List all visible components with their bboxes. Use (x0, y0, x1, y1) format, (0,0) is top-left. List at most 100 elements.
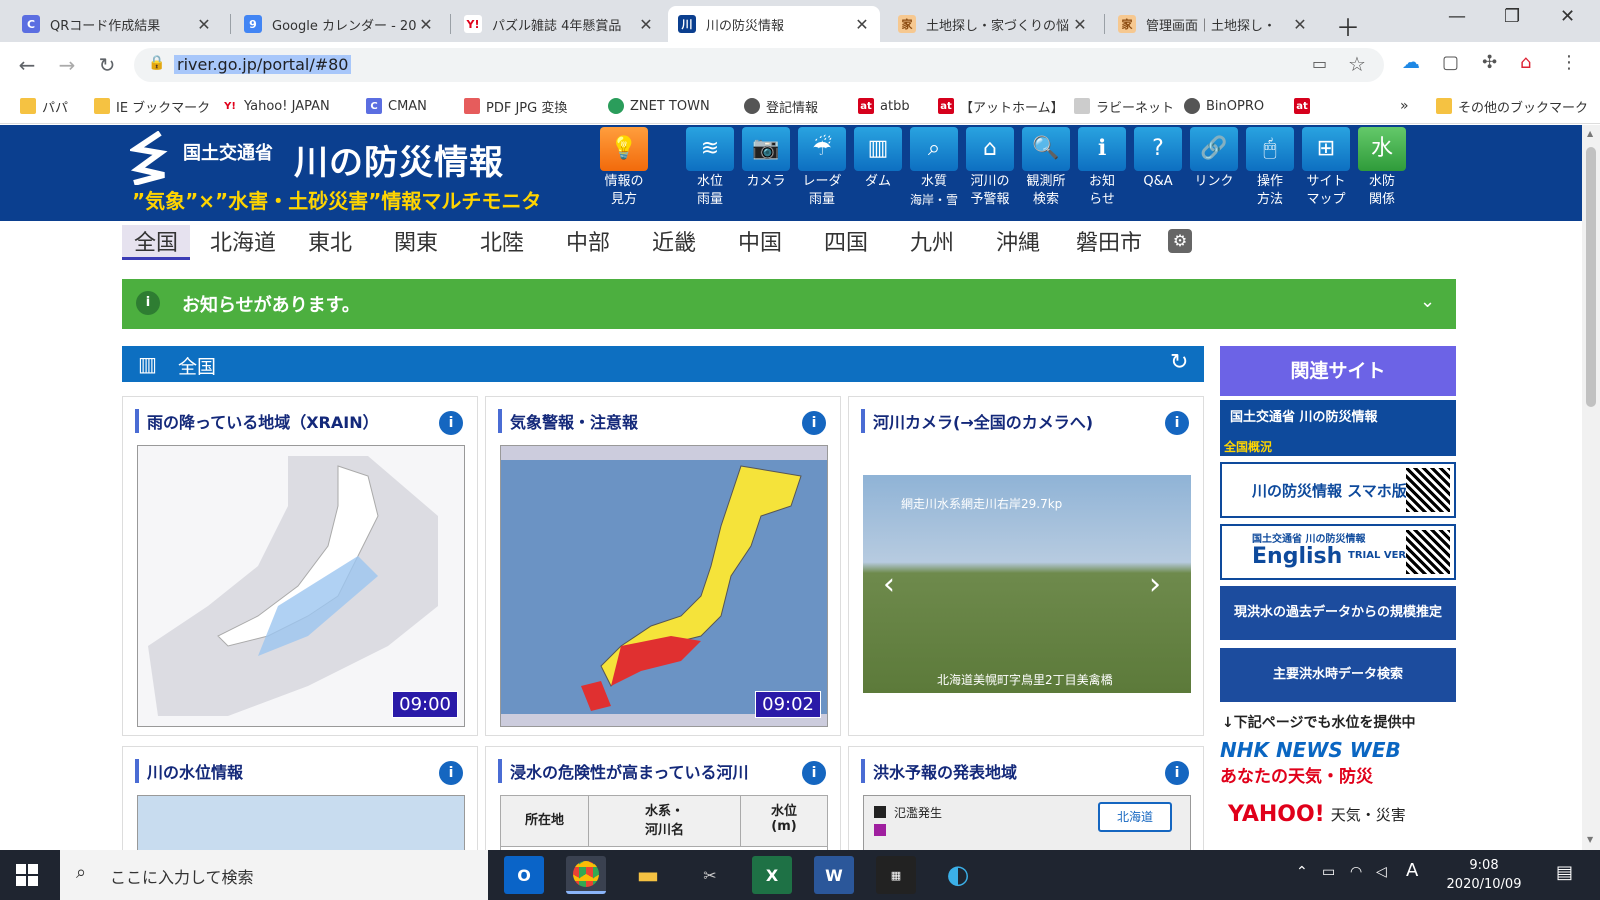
bookmark-folder-other[interactable]: その他のブックマーク (1436, 96, 1588, 116)
reload-icon[interactable]: ↻ (92, 50, 122, 80)
region-tab-shikoku[interactable]: 四国 (824, 225, 868, 257)
cast-icon[interactable]: ▭ (1312, 54, 1327, 73)
chevron-left-icon[interactable]: ‹ (883, 567, 895, 602)
info-icon[interactable]: i (1165, 761, 1189, 785)
outlook-icon[interactable]: O (504, 856, 544, 894)
tab-qr[interactable]: C QRコード作成結果 ✕ (12, 6, 222, 42)
nav-station-search[interactable]: 🔍 観測所 検索 (1019, 127, 1073, 209)
bookmark-touki[interactable]: 登記情報 (744, 96, 818, 116)
bookmark-pdf-jpg[interactable]: PDF JPG 変換 (464, 96, 567, 116)
nav-water-level[interactable]: ≋ 水位 雨量 (683, 127, 737, 209)
bookmark-rabbynet[interactable]: ラビーネット (1074, 96, 1174, 116)
bookmark-binopro[interactable]: BinOPRO (1184, 96, 1264, 116)
snipping-tool-icon[interactable]: ✂ (690, 856, 730, 894)
file-explorer-icon[interactable]: ▬ (628, 856, 668, 894)
yahoo-weather-banner[interactable]: YAHOO! 天気・災害 (1228, 796, 1456, 832)
restore-icon[interactable]: ❐ (1504, 6, 1520, 27)
close-icon[interactable]: ✕ (1292, 15, 1308, 34)
address-bar[interactable]: 🔒 river.go.jp/portal/#80 ▭ ☆ (134, 48, 1384, 82)
url-text[interactable]: river.go.jp/portal/#80 (174, 55, 352, 74)
chevron-down-icon[interactable]: ⌄ (1420, 291, 1435, 312)
nav-radar[interactable]: ☔ レーダ 雨量 (795, 127, 849, 209)
water-level-map[interactable] (137, 795, 465, 850)
close-icon[interactable]: ✕ (854, 15, 870, 34)
nav-howto[interactable]: 🖱 操作 方法 (1243, 127, 1297, 209)
tab-google-calendar[interactable]: 9 Google カレンダー - 20 ✕ (234, 6, 444, 42)
notification-icon[interactable]: ▤ (1556, 862, 1573, 883)
nav-water-quality[interactable]: ⌕ 水質 海岸・雪 (907, 127, 961, 209)
close-icon[interactable]: ✕ (196, 15, 212, 34)
region-tab-kinki[interactable]: 近畿 (652, 225, 696, 257)
scroll-down-icon[interactable]: ▼ (1587, 835, 1593, 844)
nav-camera[interactable]: 📷 カメラ (739, 127, 793, 191)
card-title[interactable]: 洪水予報の発表地域 (861, 759, 1017, 783)
clock[interactable]: 9:08 2020/10/09 (1430, 856, 1538, 894)
hokkaido-button[interactable]: 北海道 (1098, 802, 1172, 832)
minimize-icon[interactable]: — (1448, 6, 1466, 27)
flood-forecast-map[interactable]: 氾濫発生 北海道 (863, 795, 1191, 850)
banner-smartphone[interactable]: 川の防災情報 スマホ版 (1220, 462, 1456, 518)
taskbar-search[interactable]: ⌕ ここに入力して検索 (60, 850, 488, 900)
battery-icon[interactable]: ▭ (1322, 864, 1335, 880)
word-icon[interactable]: W (814, 856, 854, 894)
nav-news[interactable]: ℹ お知 らせ (1075, 127, 1129, 209)
past-flood-estimate-button[interactable]: 現洪水の過去データからの規模推定 (1220, 586, 1456, 640)
refresh-icon[interactable]: ↻ (1170, 350, 1188, 375)
windows-start-icon[interactable] (16, 864, 38, 886)
wifi-icon[interactable]: ◠ (1350, 864, 1362, 880)
major-flood-search-button[interactable]: 主要洪水時データ検索 (1220, 648, 1456, 702)
region-tab-okinawa[interactable]: 沖縄 (996, 225, 1040, 257)
site-title[interactable]: 川の防災情報 (294, 135, 504, 184)
tab-land-search[interactable]: 家 土地探し・家づくりの悩 ✕ (888, 6, 1098, 42)
card-title[interactable]: 河川カメラ(→全国のカメラへ) (861, 409, 1093, 433)
region-tab-national[interactable]: 全国 (122, 225, 191, 260)
menu-icon[interactable]: ⋮ (1560, 52, 1584, 76)
profile-icon[interactable]: ⌂ (1520, 52, 1544, 76)
info-icon[interactable]: i (802, 761, 826, 785)
region-tab-iwata[interactable]: 磐田市 (1076, 225, 1142, 257)
notice-bar[interactable]: i お知らせがあります。 ⌄ (122, 279, 1456, 329)
nav-sitemap[interactable]: ⊞ サイト マップ (1299, 127, 1353, 209)
bookmark-yahoo[interactable]: Y! Yahoo! JAPAN (222, 96, 330, 116)
camera-image[interactable]: 網走川水系網走川右岸29.7kp 北海道美幌町字鳥里2丁目美禽橋 ‹ › (863, 475, 1191, 693)
ime-indicator[interactable]: A (1406, 860, 1418, 881)
scrollbar-thumb[interactable] (1586, 147, 1596, 407)
warning-map[interactable]: 09:02 (500, 445, 828, 727)
star-icon[interactable]: ☆ (1348, 52, 1366, 76)
region-tab-hokuriku[interactable]: 北陸 (480, 225, 524, 257)
bookmark-at[interactable]: at (1294, 96, 1316, 116)
bookmark-atbb[interactable]: at atbb (858, 96, 910, 116)
close-icon[interactable]: ✕ (1072, 15, 1088, 34)
puzzle-extension-icon[interactable]: ✣ (1482, 52, 1506, 76)
site-logo-icon[interactable] (128, 130, 174, 186)
bookmark-athome[interactable]: at 【アットホーム】 (938, 96, 1064, 116)
close-icon[interactable]: ✕ (638, 15, 654, 34)
rain-map[interactable]: 09:00 (137, 445, 465, 727)
banner-english[interactable]: 国土交通省 川の防災情報 English TRIAL VERSION (1220, 524, 1456, 580)
line-extension-icon[interactable]: ▢ (1442, 52, 1466, 76)
card-title[interactable]: 雨の降っている地域（XRAIN） (135, 409, 379, 433)
tray-chevron-icon[interactable]: ⌃ (1296, 864, 1308, 880)
card-title[interactable]: 気象警報・注意報 (498, 409, 638, 433)
region-tab-chugoku[interactable]: 中国 (738, 225, 782, 257)
nav-suibo[interactable]: 水水防 関係 (1355, 127, 1409, 209)
card-title[interactable]: 川の水位情報 (135, 759, 243, 783)
nav-guide[interactable]: 💡 情報の 見方 (597, 127, 651, 209)
excel-icon[interactable]: X (752, 856, 792, 894)
tab-admin[interactable]: 家 管理画面｜土地探し・ ✕ (1108, 6, 1318, 42)
close-window-icon[interactable]: ✕ (1560, 6, 1575, 27)
bookmark-folder-ie[interactable]: IE ブックマーク (94, 96, 210, 116)
bookmarks-overflow[interactable]: » (1400, 96, 1409, 116)
region-tab-chubu[interactable]: 中部 (566, 225, 610, 257)
bookmark-cman[interactable]: C CMAN (366, 96, 427, 116)
nav-link[interactable]: 🔗 リンク (1187, 127, 1241, 191)
back-icon[interactable]: ← (12, 50, 42, 80)
chevron-right-icon[interactable]: › (1149, 567, 1161, 602)
info-icon[interactable]: i (1165, 411, 1189, 435)
card-title[interactable]: 浸水の危険性が高まっている河川 (498, 759, 749, 783)
region-tab-kanto[interactable]: 関東 (394, 225, 438, 257)
edge-icon[interactable]: ◐ (938, 856, 978, 894)
nav-river-warning[interactable]: ⌂ 河川の 予警報 (963, 127, 1017, 209)
nhk-banner[interactable]: NHK NEWS WEB あなたの天気・防災 (1220, 738, 1456, 787)
region-tab-hokkaido[interactable]: 北海道 (210, 225, 276, 257)
